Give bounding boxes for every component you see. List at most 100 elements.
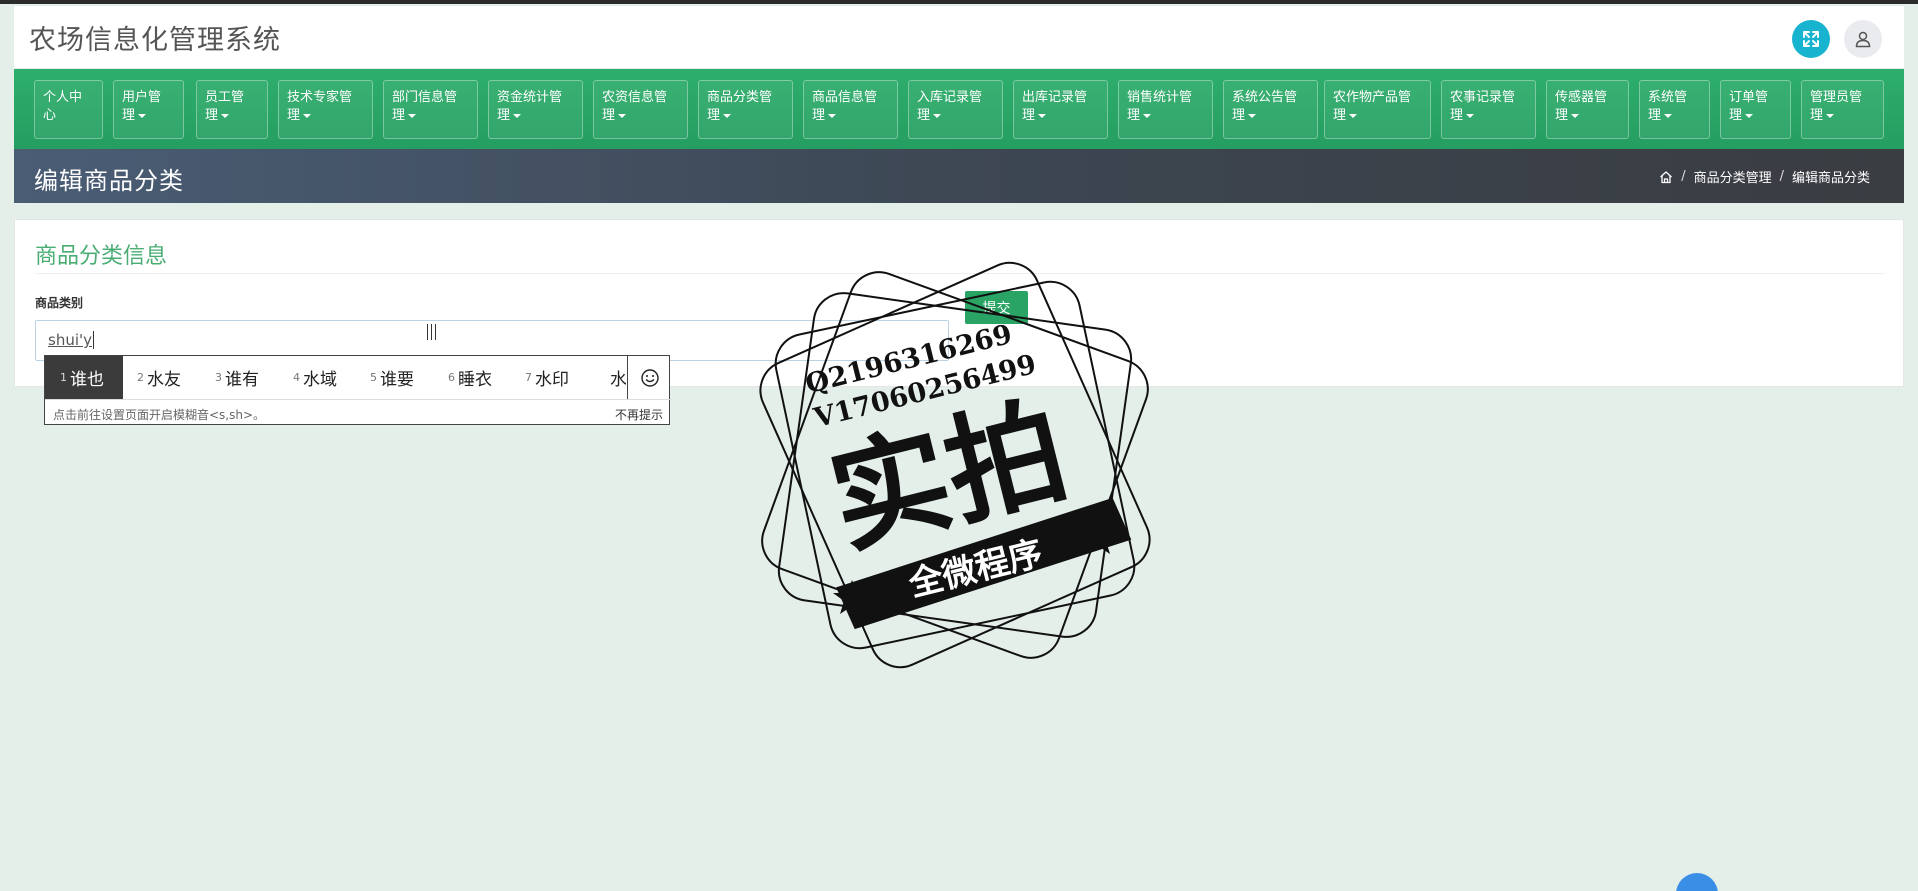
nav-item-staff-management[interactable]: 员工管 理	[196, 80, 268, 139]
ime-emoji-button[interactable]	[627, 356, 671, 399]
ime-candidate-text: 谁也	[70, 370, 104, 390]
nav-item-label: 理	[1022, 108, 1036, 123]
chevron-down-icon	[723, 113, 732, 118]
ime-candidate[interactable]: 3 谁有	[215, 356, 259, 399]
chevron-down-icon	[221, 113, 230, 118]
nav-item-personal-center[interactable]: 个人中 心	[34, 80, 103, 139]
nav-item-label: 理	[1555, 108, 1569, 123]
nav-item-supplies-management[interactable]: 农资信息管 理	[593, 80, 688, 139]
ime-candidate-text: 谁要	[380, 370, 414, 390]
nav-item-label: 部门信息管	[392, 90, 458, 105]
ime-candidate[interactable]: 1 谁也	[45, 356, 123, 399]
nav-item-stock-out-management[interactable]: 出库记录管 理	[1013, 80, 1108, 139]
ime-dismiss-link[interactable]: 不再提示	[615, 406, 663, 423]
home-icon[interactable]	[1659, 170, 1673, 184]
caret-line	[93, 331, 94, 349]
ime-candidate-num: 3	[215, 371, 222, 384]
category-input-value: shui'y	[48, 331, 92, 349]
ime-candidate[interactable]: 5 谁要	[370, 356, 414, 399]
breadcrumb-category-management[interactable]: 商品分类管理	[1694, 167, 1772, 186]
chevron-down-icon	[408, 113, 417, 118]
breadcrumb-separator: /	[1779, 169, 1784, 184]
nav-item-label: 理	[1232, 108, 1246, 123]
ime-candidate-num: 7	[525, 371, 532, 384]
chevron-down-icon	[828, 113, 837, 118]
ime-candidate-num: 5	[370, 371, 377, 384]
floating-help-button[interactable]	[1676, 873, 1718, 891]
nav-item-label: 理	[917, 108, 931, 123]
nav-item-farming-management[interactable]: 农事记录管 理	[1441, 80, 1536, 139]
nav-item-order-management[interactable]: 订单管 理	[1720, 80, 1791, 139]
nav-item-system-management[interactable]: 系统管 理	[1639, 80, 1710, 139]
app-header: 农场信息化管理系统	[14, 6, 1904, 68]
nav-item-label: 员工管	[205, 90, 245, 105]
user-menu-button[interactable]	[1844, 20, 1882, 58]
chevron-down-icon	[513, 113, 522, 118]
ime-candidate-text: 水印	[535, 370, 569, 390]
nav-item-stock-in-management[interactable]: 入库记录管 理	[908, 80, 1003, 139]
nav-item-label: 理	[1648, 108, 1662, 123]
nav-item-label: 理	[707, 108, 721, 123]
nav-item-label: 理	[392, 108, 406, 123]
nav-item-sales-management[interactable]: 销售统计管 理	[1118, 80, 1213, 139]
nav-item-product-management[interactable]: 商品信息管 理	[803, 80, 898, 139]
breadcrumb-current: 编辑商品分类	[1791, 171, 1870, 186]
ime-candidate-row: 1 谁也 2 水友 3 谁有 4 水域 5 谁要 6 睡衣 7 水印 水	[45, 356, 671, 399]
nav-item-notice-management[interactable]: 系统公告管 理	[1223, 80, 1318, 139]
chevron-down-icon	[1349, 113, 1358, 118]
ime-candidate[interactable]: 4 水域	[293, 356, 337, 399]
ime-hint-link[interactable]: 点击前往设置页面开启模糊音<s,sh>。	[53, 406, 265, 423]
fullscreen-button[interactable]	[1792, 20, 1830, 58]
ime-footer: 点击前往设置页面开启模糊音<s,sh>。 不再提示	[45, 399, 671, 425]
ime-candidate-text: 水	[610, 370, 626, 390]
nav-item-crop-management[interactable]: 农作物产品管 理	[1324, 80, 1431, 139]
app-title: 农场信息化管理系统	[29, 25, 281, 56]
nav-item-label: 理	[812, 108, 826, 123]
nav-item-funds-management[interactable]: 资金统计管 理	[488, 80, 583, 139]
ime-candidate-num: 6	[448, 371, 455, 384]
ime-candidate-text: 水友	[147, 370, 181, 390]
ime-candidate-text: 谁有	[225, 370, 259, 390]
ime-candidate[interactable]: 7 水印	[525, 356, 569, 399]
nav-item-label: 订单管	[1729, 90, 1769, 105]
nav-item-department-management[interactable]: 部门信息管 理	[383, 80, 478, 139]
nav-item-label: 个人中	[43, 90, 83, 105]
nav-item-label: 商品信息管	[812, 90, 878, 105]
nav-item-label: 资金统计管	[497, 90, 563, 105]
breadcrumb: / 商品分类管理 / 编辑商品分类	[1659, 167, 1870, 186]
nav-item-user-management[interactable]: 用户管 理	[113, 80, 184, 139]
nav-item-label: 农作物产品管	[1333, 90, 1412, 105]
nav-item-label: 入库记录管	[917, 90, 983, 105]
card-title: 商品分类信息	[35, 244, 168, 269]
category-field-label: 商品类别	[35, 296, 84, 310]
nav-item-label: 理	[497, 108, 511, 123]
nav-item-label: 理	[122, 108, 136, 123]
chevron-down-icon	[1826, 113, 1835, 118]
ime-candidate[interactable]: 2 水友	[137, 356, 181, 399]
main-nav: 个人中 心 用户管 理 员工管 理 技术专家管 理 部门信息管 理 资金统计管 …	[14, 69, 1904, 149]
smiley-icon	[640, 368, 659, 387]
nav-item-admin-management[interactable]: 管理员管 理	[1801, 80, 1884, 139]
chevron-down-icon	[1571, 113, 1580, 118]
text-cursor-icon	[427, 324, 436, 340]
nav-item-label: 理	[1450, 108, 1464, 123]
chevron-down-icon	[303, 113, 312, 118]
ime-candidate-text: 水域	[303, 370, 337, 390]
ime-candidate-num: 1	[60, 371, 67, 384]
nav-item-label: 系统公告管	[1232, 90, 1298, 105]
nav-item-label: 技术专家管	[287, 90, 353, 105]
nav-item-label: 系统管	[1648, 90, 1688, 105]
window-top-border	[0, 0, 1918, 4]
ime-candidate[interactable]: 6 睡衣	[448, 356, 492, 399]
chevron-down-icon	[1143, 113, 1152, 118]
ime-candidate[interactable]: 水	[610, 356, 626, 399]
breadcrumb-separator: /	[1681, 169, 1686, 184]
nav-item-expert-management[interactable]: 技术专家管 理	[278, 80, 373, 139]
nav-item-label: 理	[205, 108, 219, 123]
nav-item-category-management[interactable]: 商品分类管 理	[698, 80, 793, 139]
page-header: 编辑商品分类 / 商品分类管理 / 编辑商品分类	[14, 149, 1904, 203]
nav-item-label: 理	[287, 108, 301, 123]
nav-item-label: 理	[1810, 108, 1824, 123]
nav-item-sensor-management[interactable]: 传感器管 理	[1546, 80, 1629, 139]
chevron-down-icon	[138, 113, 147, 118]
